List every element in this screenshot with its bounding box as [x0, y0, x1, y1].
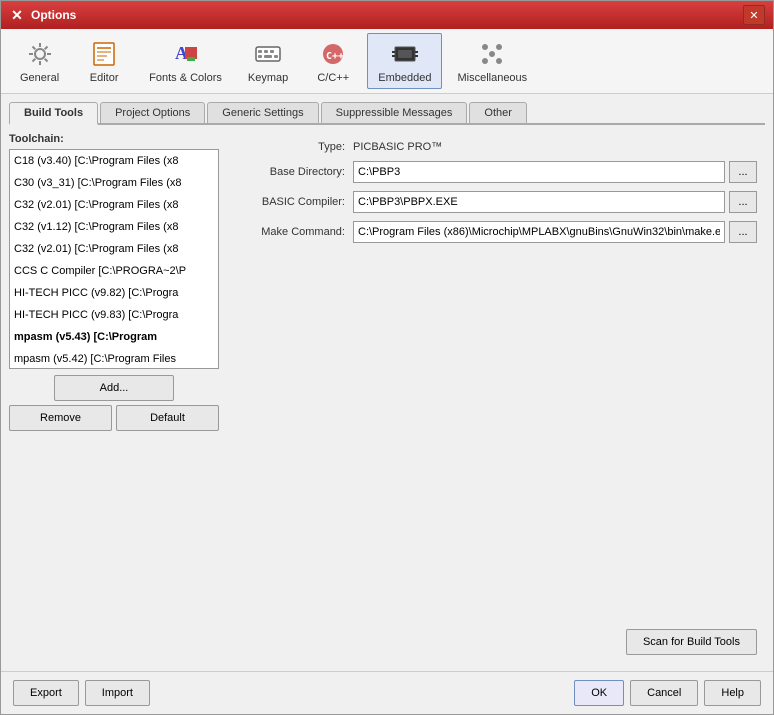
list-item[interactable]: HI-TECH PICC (v9.83) [C:\Progra	[10, 304, 218, 326]
toolbar-item-editor[interactable]: Editor	[74, 33, 134, 89]
embedded-label: Embedded	[378, 72, 431, 84]
add-button[interactable]: Add...	[54, 375, 174, 401]
type-value: PICBASIC PRO™	[353, 141, 442, 153]
tab-other[interactable]: Other	[469, 102, 527, 123]
fonts-colors-label: Fonts & Colors	[149, 72, 222, 84]
miscellaneous-icon	[476, 38, 508, 70]
base-dir-row: Base Directory: ...	[235, 161, 757, 183]
editor-icon	[88, 38, 120, 70]
keymap-label: Keymap	[248, 72, 288, 84]
tab-bar: Build Tools Project Options Generic Sett…	[9, 102, 765, 125]
basic-compiler-label: BASIC Compiler:	[235, 196, 345, 208]
tab-build-tools[interactable]: Build Tools	[9, 102, 98, 125]
list-item[interactable]: C32 (v2.01) [C:\Program Files (x8	[10, 238, 218, 260]
fonts-colors-icon: A	[170, 38, 202, 70]
basic-compiler-input[interactable]	[353, 191, 725, 213]
miscellaneous-label: Miscellaneous	[457, 72, 527, 84]
toolbar-item-cpp[interactable]: C++ C/C++	[303, 33, 363, 89]
options-window: ✕ Options ✕ General	[0, 0, 774, 715]
toolbar-item-general[interactable]: General	[9, 33, 70, 89]
basic-compiler-input-row: ...	[353, 191, 757, 213]
list-item[interactable]: mpasm (v5.43) [C:\Program	[10, 326, 218, 348]
list-item[interactable]: C30 (v3_31) [C:\Program Files (x8	[10, 172, 218, 194]
title-bar: ✕ Options ✕	[1, 1, 773, 29]
editor-label: Editor	[90, 72, 119, 84]
toolchain-label: Toolchain:	[9, 133, 219, 145]
export-button[interactable]: Export	[13, 680, 79, 706]
base-dir-label: Base Directory:	[235, 166, 345, 178]
toolbar-item-fonts-colors[interactable]: A Fonts & Colors	[138, 33, 233, 89]
list-item[interactable]: C32 (v1.12) [C:\Program Files (x8	[10, 216, 218, 238]
import-button[interactable]: Import	[85, 680, 150, 706]
tab-suppressible-messages[interactable]: Suppressible Messages	[321, 102, 468, 123]
help-button[interactable]: Help	[704, 680, 761, 706]
cancel-button[interactable]: Cancel	[630, 680, 698, 706]
make-command-browse-button[interactable]: ...	[729, 221, 757, 243]
left-buttons: Add... Remove Default	[9, 375, 219, 431]
toolbar-item-keymap[interactable]: Keymap	[237, 33, 299, 89]
toolchain-list[interactable]: C18 (v3.40) [C:\Program Files (x8 C30 (v…	[9, 149, 219, 369]
type-label: Type:	[235, 141, 345, 153]
cpp-label: C/C++	[317, 72, 349, 84]
list-item[interactable]: C18 (v3.40) [C:\Program Files (x8	[10, 150, 218, 172]
window-title: Options	[31, 8, 741, 22]
make-command-row: Make Command: ...	[235, 221, 757, 243]
base-dir-input-row: ...	[353, 161, 757, 183]
list-item[interactable]: mpasm (v5.42) [C:\Program Files	[10, 348, 218, 369]
scan-button[interactable]: Scan for Build Tools	[626, 629, 757, 655]
content-area: Toolchain: C18 (v3.40) [C:\Program Files…	[9, 133, 765, 663]
toolbar: General Editor A	[1, 29, 773, 94]
gear-icon	[24, 38, 56, 70]
bottom-right-buttons: OK Cancel Help	[574, 680, 761, 706]
tab-project-options[interactable]: Project Options	[100, 102, 205, 123]
window-icon: ✕	[9, 7, 25, 23]
basic-compiler-browse-button[interactable]: ...	[729, 191, 757, 213]
make-command-input[interactable]	[353, 221, 725, 243]
list-item[interactable]: HI-TECH PICC (v9.82) [C:\Progra	[10, 282, 218, 304]
list-item[interactable]: CCS C Compiler [C:\PROGRA~2\P	[10, 260, 218, 282]
make-command-label: Make Command:	[235, 226, 345, 238]
make-command-input-row: ...	[353, 221, 757, 243]
main-content: Build Tools Project Options Generic Sett…	[1, 94, 773, 671]
general-label: General	[20, 72, 59, 84]
tab-generic-settings[interactable]: Generic Settings	[207, 102, 318, 123]
close-button[interactable]: ✕	[743, 5, 765, 25]
embedded-icon	[389, 38, 421, 70]
left-panel: Toolchain: C18 (v3.40) [C:\Program Files…	[9, 133, 219, 663]
properties-grid: Type: PICBASIC PRO™ Base Directory: ... …	[227, 133, 765, 251]
base-dir-input[interactable]	[353, 161, 725, 183]
toolbar-item-embedded[interactable]: Embedded	[367, 33, 442, 89]
toolbar-item-miscellaneous[interactable]: Miscellaneous	[446, 33, 538, 89]
base-dir-browse-button[interactable]: ...	[729, 161, 757, 183]
bottom-left-buttons: Export Import	[13, 680, 150, 706]
right-panel: Type: PICBASIC PRO™ Base Directory: ... …	[227, 133, 765, 663]
remove-button[interactable]: Remove	[9, 405, 112, 431]
type-row: Type: PICBASIC PRO™	[235, 141, 757, 153]
keymap-icon	[252, 38, 284, 70]
default-button[interactable]: Default	[116, 405, 219, 431]
cpp-icon: C++	[317, 38, 349, 70]
list-item[interactable]: C32 (v2.01) [C:\Program Files (x8	[10, 194, 218, 216]
bottom-bar: Export Import OK Cancel Help	[1, 671, 773, 714]
basic-compiler-row: BASIC Compiler: ...	[235, 191, 757, 213]
ok-button[interactable]: OK	[574, 680, 624, 706]
svg-text:C++: C++	[326, 51, 344, 62]
scan-area: Scan for Build Tools	[626, 629, 757, 655]
